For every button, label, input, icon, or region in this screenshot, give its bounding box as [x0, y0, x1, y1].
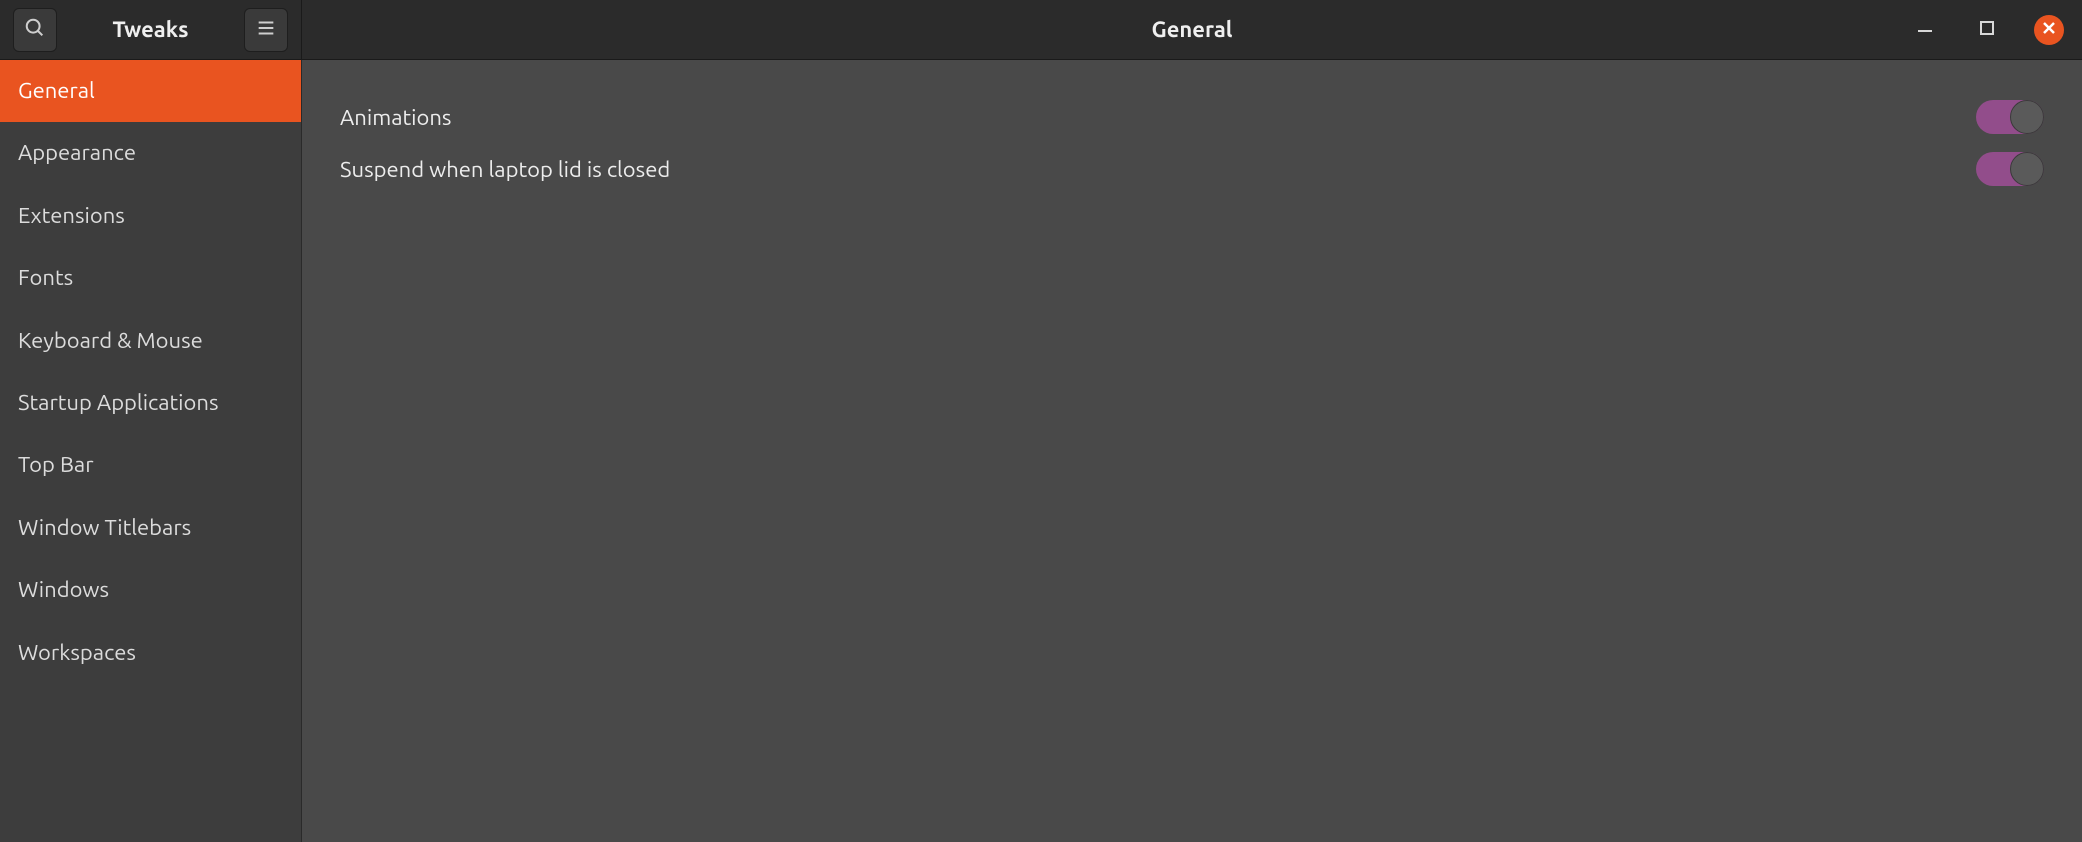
menu-button[interactable] [244, 8, 288, 52]
sidebar-item-label: Extensions [18, 203, 125, 228]
sidebar-item-label: Appearance [18, 140, 136, 165]
sidebar-item-general[interactable]: General [0, 60, 301, 122]
sidebar-item-top-bar[interactable]: Top Bar [0, 434, 301, 496]
sidebar-item-extensions[interactable]: Extensions [0, 185, 301, 247]
window-controls [1910, 15, 2064, 45]
sidebar-item-label: Keyboard & Mouse [18, 328, 203, 353]
app-title: Tweaks [70, 17, 231, 42]
body-area: General Appearance Extensions Fonts Keyboard… [0, 60, 2082, 842]
sidebar-item-label: Window Titlebars [18, 515, 191, 540]
toggle-knob [2010, 100, 2044, 134]
sidebar-item-startup-applications[interactable]: Startup Applications [0, 372, 301, 434]
search-icon [24, 17, 46, 43]
close-icon [2042, 21, 2056, 39]
setting-animations-toggle[interactable] [1976, 100, 2044, 134]
maximize-icon [1979, 20, 1995, 40]
setting-animations-label: Animations [340, 105, 451, 130]
setting-suspend-lid-row: Suspend when laptop lid is closed [340, 152, 2044, 186]
page-title: General [1152, 17, 1233, 42]
sidebar-item-keyboard-mouse[interactable]: Keyboard & Mouse [0, 310, 301, 372]
close-button[interactable] [2034, 15, 2064, 45]
sidebar-item-appearance[interactable]: Appearance [0, 122, 301, 184]
minimize-icon [1916, 19, 1934, 41]
sidebar-item-label: Windows [18, 577, 109, 602]
sidebar: General Appearance Extensions Fonts Keyboard… [0, 60, 302, 842]
setting-suspend-lid-toggle[interactable] [1976, 152, 2044, 186]
app-window: Tweaks General [0, 0, 2082, 842]
hamburger-icon [255, 17, 277, 43]
sidebar-item-label: Top Bar [18, 452, 94, 477]
toggle-knob [2010, 152, 2044, 186]
titlebar-right: General [302, 0, 2082, 59]
sidebar-item-label: Workspaces [18, 640, 136, 665]
setting-suspend-lid-label: Suspend when laptop lid is closed [340, 157, 670, 182]
search-button[interactable] [13, 8, 57, 52]
sidebar-item-label: General [18, 78, 95, 103]
sidebar-item-label: Fonts [18, 265, 73, 290]
sidebar-item-window-titlebars[interactable]: Window Titlebars [0, 497, 301, 559]
sidebar-item-label: Startup Applications [18, 390, 219, 415]
maximize-button[interactable] [1972, 15, 2002, 45]
titlebar: Tweaks General [0, 0, 2082, 60]
sidebar-item-fonts[interactable]: Fonts [0, 247, 301, 309]
sidebar-item-workspaces[interactable]: Workspaces [0, 622, 301, 684]
titlebar-left: Tweaks [0, 0, 302, 59]
sidebar-item-windows[interactable]: Windows [0, 559, 301, 621]
setting-animations-row: Animations [340, 100, 2044, 134]
minimize-button[interactable] [1910, 15, 1940, 45]
content-panel: Animations Suspend when laptop lid is clo… [302, 60, 2082, 842]
